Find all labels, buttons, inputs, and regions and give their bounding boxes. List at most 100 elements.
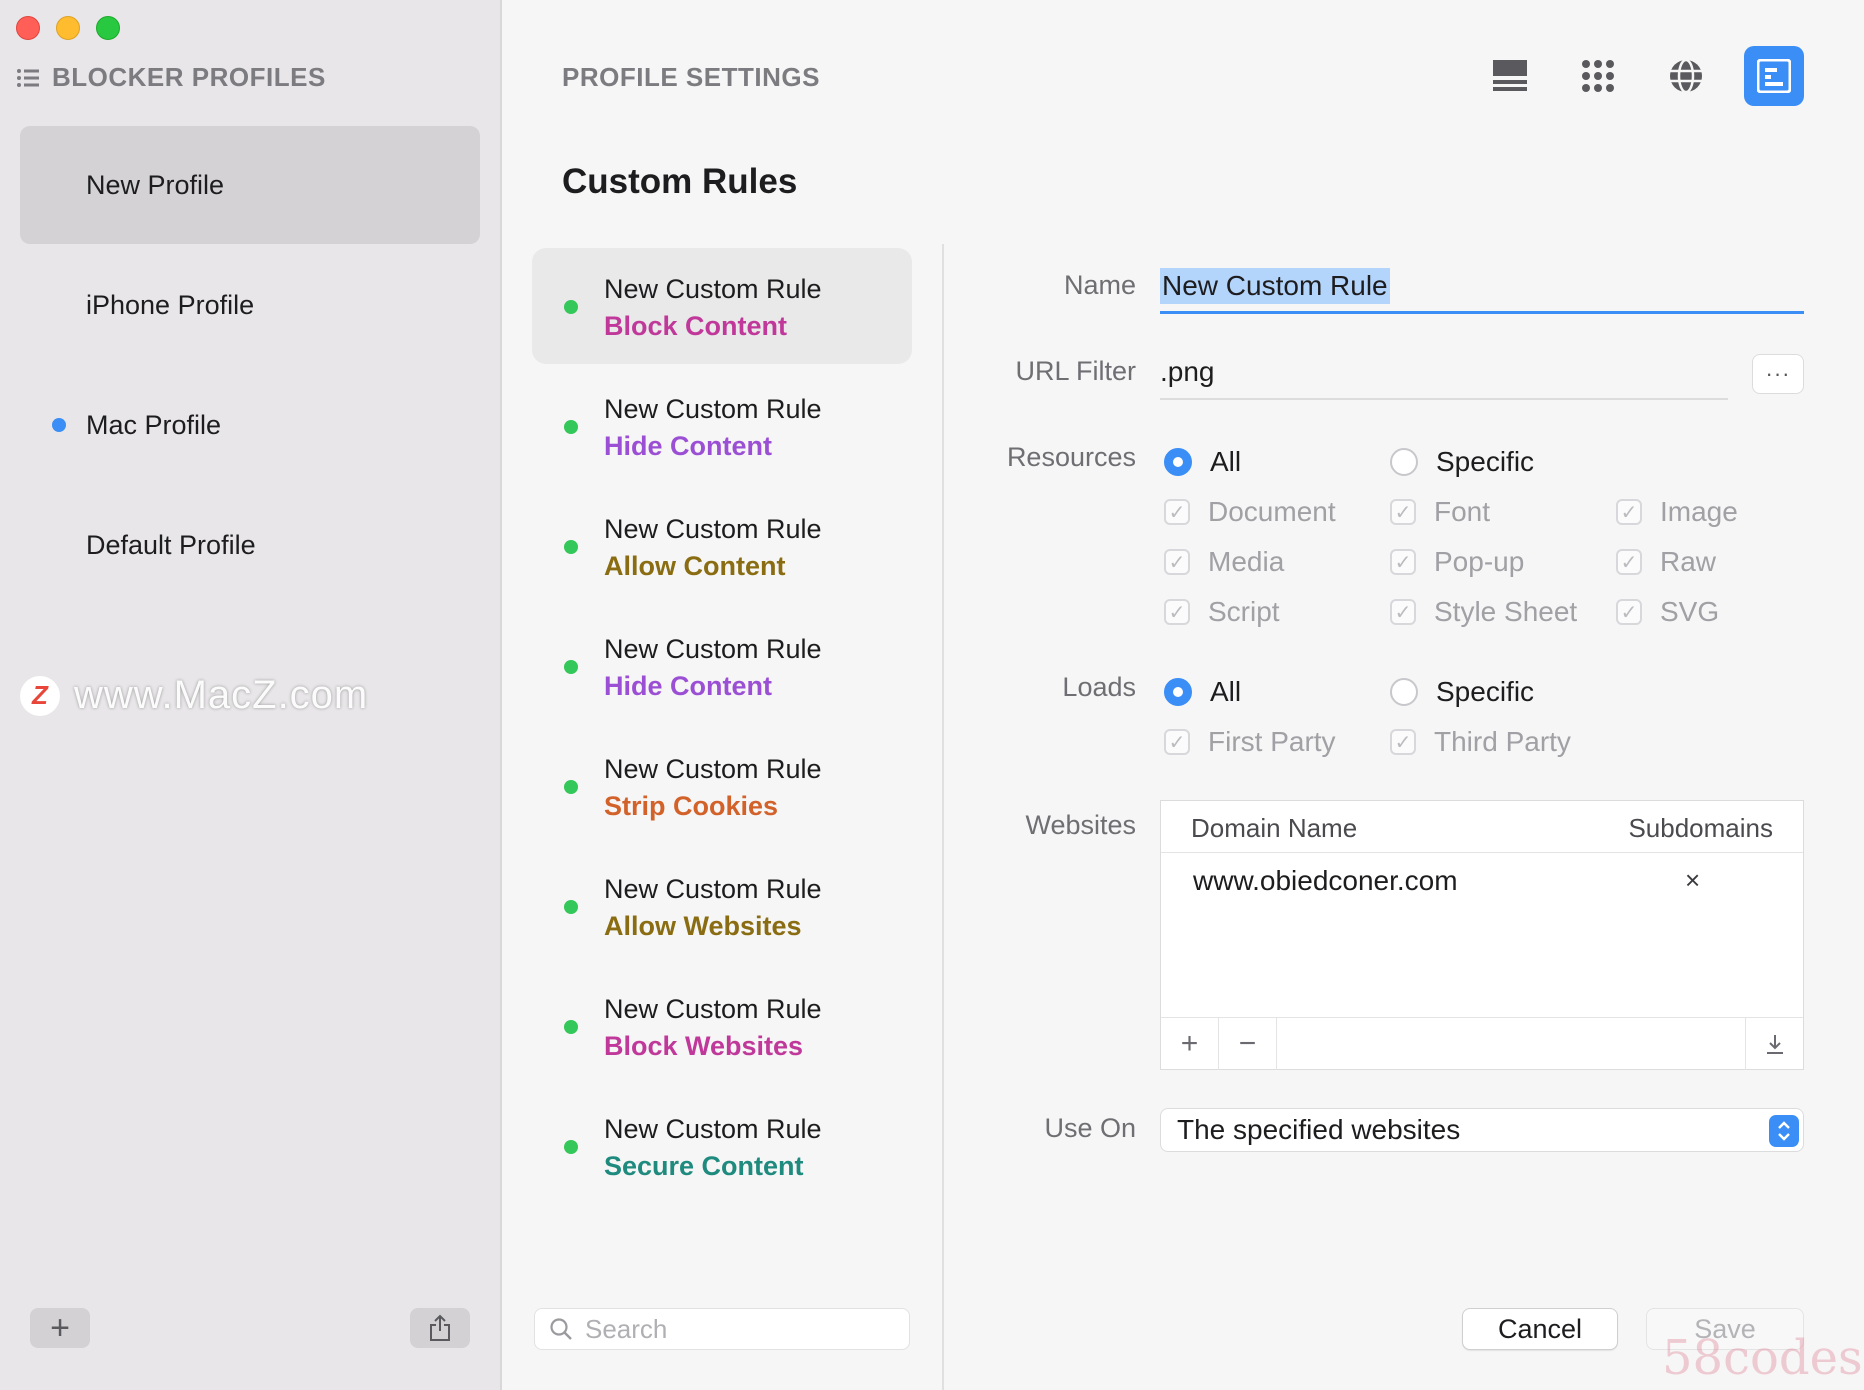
watermark-text: www.MacZ.com (74, 673, 369, 717)
radio-selected-icon (1164, 678, 1192, 706)
minimize-window-button[interactable] (56, 16, 80, 40)
rule-type: Secure Content (604, 1151, 804, 1181)
rule-item[interactable]: New Custom Rule Hide Content (532, 368, 912, 484)
rule-type: Hide Content (604, 431, 772, 461)
column-header-domain[interactable]: Domain Name (1191, 813, 1357, 844)
url-filter-field[interactable]: .png (1160, 354, 1728, 400)
websites-label: Websites (1025, 810, 1136, 840)
rule-item[interactable]: New Custom Rule Strip Cookies (532, 728, 912, 844)
checkmark-icon: ✓ (1390, 499, 1416, 525)
import-websites-button[interactable] (1745, 1018, 1803, 1070)
rule-item[interactable]: New Custom Rule Hide Content (532, 608, 912, 724)
checkmark-icon: ✓ (1390, 729, 1416, 755)
resource-checkbox-font[interactable]: ✓ Font (1390, 496, 1490, 528)
list-icon (17, 68, 39, 87)
rule-status-dot (564, 420, 578, 434)
profile-item-new[interactable]: New Profile (20, 126, 480, 244)
custom-rules-button[interactable] (1744, 46, 1804, 106)
corner-watermark: 58codes (1662, 1330, 1863, 1386)
plus-icon: + (1180, 1027, 1199, 1060)
subdomains-toggle[interactable]: × (1685, 865, 1700, 896)
rule-type: Allow Content (604, 551, 786, 581)
rule-item[interactable]: New Custom Rule Block Content (532, 248, 912, 364)
rule-status-dot (564, 540, 578, 554)
table-row[interactable]: www.obiedconer.com × (1161, 853, 1803, 909)
loads-checkbox-first-party[interactable]: ✓ First Party (1164, 726, 1336, 758)
rule-item[interactable]: New Custom Rule Allow Websites (532, 848, 912, 964)
radio-unselected-icon (1390, 448, 1418, 476)
name-label: Name (1063, 270, 1136, 300)
loads-all-radio[interactable]: All (1164, 676, 1241, 708)
resource-checkbox-document[interactable]: ✓ Document (1164, 496, 1336, 528)
use-on-select[interactable]: The specified websites (1160, 1108, 1804, 1152)
rule-status-dot (564, 660, 578, 674)
loads-label: Loads (1062, 672, 1136, 702)
rule-item[interactable]: New Custom Rule Allow Content (532, 488, 912, 604)
resource-checkbox-script[interactable]: ✓ Script (1164, 596, 1280, 628)
rule-type: Block Content (604, 311, 788, 341)
list-view-icon (1493, 60, 1527, 91)
rule-name: New Custom Rule (604, 1114, 822, 1144)
table-header: Domain Name Subdomains (1161, 801, 1803, 853)
search-icon (550, 1318, 572, 1340)
search-placeholder: Search (585, 1313, 668, 1344)
profile-item-mac[interactable]: Mac Profile (20, 366, 480, 484)
name-field[interactable]: New Custom Rule (1160, 268, 1804, 314)
resources-all-radio[interactable]: All (1164, 446, 1241, 478)
resource-checkbox-raw[interactable]: ✓ Raw (1616, 546, 1716, 578)
checkbox-label: Third Party (1434, 726, 1571, 757)
rule-status-dot (564, 1140, 578, 1154)
watermark: Z www.MacZ.com (20, 673, 368, 718)
add-website-button[interactable]: + (1161, 1018, 1219, 1070)
loads-checkbox-third-party[interactable]: ✓ Third Party (1390, 726, 1571, 758)
resources-specific-radio[interactable]: Specific (1390, 446, 1534, 478)
profile-label: iPhone Profile (86, 289, 255, 320)
resource-checkbox-stylesheet[interactable]: ✓ Style Sheet (1390, 596, 1577, 628)
grid-view-button[interactable] (1568, 46, 1628, 106)
sidebar-header: BLOCKER PROFILES (16, 62, 326, 93)
resource-checkbox-svg[interactable]: ✓ SVG (1616, 596, 1719, 628)
radio-label: Specific (1436, 446, 1535, 477)
rule-item[interactable]: New Custom Rule Secure Content (532, 1088, 912, 1204)
rule-type: Allow Websites (604, 911, 802, 941)
checkmark-icon: ✓ (1616, 599, 1642, 625)
rule-item[interactable]: New Custom Rule Block Websites (532, 968, 912, 1084)
remove-website-button[interactable]: − (1219, 1018, 1277, 1070)
radio-label: All (1210, 676, 1242, 707)
url-filter-label: URL Filter (1015, 356, 1136, 386)
radio-label: Specific (1436, 676, 1535, 707)
name-value: New Custom Rule (1160, 268, 1390, 304)
checkmark-icon: ✓ (1616, 499, 1642, 525)
checkbox-label: Pop-up (1434, 546, 1525, 577)
column-header-subdomains[interactable]: Subdomains (1628, 813, 1773, 844)
active-profile-dot (52, 418, 66, 432)
url-filter-options-button[interactable]: ··· (1752, 354, 1804, 394)
use-on-label: Use On (1044, 1113, 1136, 1143)
profile-item-default[interactable]: Default Profile (20, 486, 480, 604)
checkbox-label: SVG (1660, 596, 1720, 627)
checkmark-icon: ✓ (1164, 729, 1190, 755)
checkmark-icon: ✓ (1164, 499, 1190, 525)
checkmark-icon: ✓ (1164, 599, 1190, 625)
zoom-window-button[interactable] (96, 16, 120, 40)
list-view-button[interactable] (1480, 46, 1540, 106)
add-profile-button[interactable]: + (30, 1308, 90, 1348)
resource-checkbox-media[interactable]: ✓ Media (1164, 546, 1284, 578)
close-window-button[interactable] (16, 16, 40, 40)
rule-name: New Custom Rule (604, 874, 822, 904)
use-on-value: The specified websites (1177, 1114, 1461, 1145)
share-profile-button[interactable] (410, 1308, 470, 1348)
table-footer: + − (1161, 1017, 1803, 1070)
cancel-button[interactable]: Cancel (1462, 1308, 1618, 1350)
rules-search-input[interactable]: Search (534, 1308, 910, 1350)
rule-name: New Custom Rule (604, 754, 822, 784)
resource-checkbox-popup[interactable]: ✓ Pop-up (1390, 546, 1524, 578)
profile-item-iphone[interactable]: iPhone Profile (20, 246, 480, 364)
checkbox-label: First Party (1208, 726, 1336, 757)
loads-specific-radio[interactable]: Specific (1390, 676, 1534, 708)
resource-checkbox-image[interactable]: ✓ Image (1616, 496, 1738, 528)
watermark-logo: Z (20, 675, 60, 716)
profile-label: Default Profile (86, 529, 256, 560)
globe-button[interactable] (1656, 46, 1716, 106)
plus-icon: + (50, 1308, 70, 1347)
